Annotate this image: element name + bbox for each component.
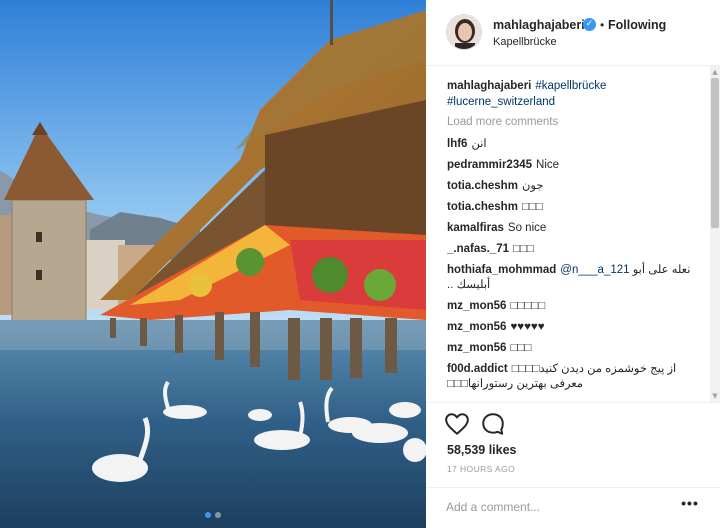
comment-text: □□□ bbox=[521, 201, 543, 213]
scroll-down-arrow-icon[interactable]: ▼ bbox=[710, 392, 720, 400]
comment-item: totia.cheshm □□□ bbox=[447, 200, 705, 215]
comment-item: kamalfiras So nice bbox=[447, 221, 705, 236]
comment-item: f00d.addict □□□□از پیج خوشمزه من دیدن کنی… bbox=[447, 362, 705, 392]
post-timestamp[interactable]: 17 HOURS AGO bbox=[447, 464, 515, 474]
comment-text: جون bbox=[521, 180, 544, 192]
comment-username[interactable]: mz_mon56 bbox=[447, 321, 506, 333]
comment-bubble-icon[interactable] bbox=[480, 411, 506, 437]
comment-text: Nice bbox=[536, 159, 560, 171]
comment-item: _.nafas._71 □□□ bbox=[447, 242, 705, 257]
hashtag[interactable]: #lucerne_switzerland bbox=[447, 96, 555, 108]
post-side-panel: mahlaghajaberi ✓ • Following Kapellbrück… bbox=[426, 0, 720, 528]
post-actions: 58,539 likes 17 HOURS AGO bbox=[426, 402, 720, 492]
post-photo[interactable] bbox=[0, 0, 426, 528]
comments-scrollbar[interactable]: ▲ ▼ bbox=[710, 66, 720, 402]
profile-photo-icon bbox=[447, 15, 481, 49]
comment-username[interactable]: totia.cheshm bbox=[447, 180, 518, 192]
load-more-comments-button[interactable]: Load more comments bbox=[447, 116, 705, 128]
add-comment-bar: ••• bbox=[426, 487, 720, 528]
comment-username[interactable]: f00d.addict bbox=[447, 363, 508, 375]
scroll-up-arrow-icon[interactable]: ▲ bbox=[710, 68, 720, 76]
scrollbar-thumb[interactable] bbox=[711, 78, 719, 228]
comment-text-line2: .. أبليسك bbox=[447, 279, 491, 291]
avatar[interactable] bbox=[446, 14, 482, 50]
comment-username[interactable]: totia.cheshm bbox=[447, 201, 518, 213]
comment-item: lhf6 انن bbox=[447, 137, 705, 152]
comment-item: pedrammir2345 Nice bbox=[447, 158, 705, 173]
carousel-indicator bbox=[0, 512, 426, 518]
comment-text: So nice bbox=[507, 222, 547, 234]
comment-item: mz_mon56 □□□ bbox=[447, 341, 705, 356]
comment-text: □□□ bbox=[510, 342, 532, 354]
comment-item: hothiafa_mohmmad @n___a_121 نعله على أبو … bbox=[447, 263, 705, 293]
comment-username[interactable]: hothiafa_mohmmad bbox=[447, 264, 556, 276]
comment-mention[interactable]: @n___a_121 bbox=[560, 264, 629, 276]
post-caption: mahlaghajaberi #kapellbrücke #lucerne_swi… bbox=[447, 78, 705, 110]
verified-badge-icon: ✓ bbox=[583, 18, 596, 31]
comment-text: □□□□□ bbox=[510, 300, 546, 312]
post-header: mahlaghajaberi ✓ • Following Kapellbrück… bbox=[426, 0, 720, 66]
like-heart-icon[interactable] bbox=[444, 411, 470, 437]
photo-kapellbruecke-illustration bbox=[0, 0, 426, 528]
post-location[interactable]: Kapellbrücke bbox=[493, 36, 557, 48]
comment-username[interactable]: pedrammir2345 bbox=[447, 159, 532, 171]
comment-text: □□□ bbox=[513, 243, 534, 255]
separator-dot: • bbox=[600, 18, 605, 32]
comment-text: ♥♥♥♥♥ bbox=[510, 321, 545, 333]
comment-item: mz_mon56 □□□□□ bbox=[447, 299, 705, 314]
carousel-dot-active bbox=[205, 512, 211, 518]
hashtag[interactable]: #kapellbrücke bbox=[535, 80, 606, 92]
add-comment-input[interactable] bbox=[446, 496, 666, 518]
more-options-button[interactable]: ••• bbox=[678, 495, 702, 517]
heart-outline-icon bbox=[445, 413, 469, 435]
carousel-dot[interactable] bbox=[215, 512, 221, 518]
comment-text: □□□□از پیج خوشمزه من دیدن کنید bbox=[511, 363, 677, 375]
comment-text: انن bbox=[471, 138, 487, 150]
comment-username[interactable]: lhf6 bbox=[447, 138, 467, 150]
comment-username[interactable]: _.nafas._71 bbox=[447, 243, 509, 255]
comments-list: mahlaghajaberi #kapellbrücke #lucerne_swi… bbox=[447, 78, 705, 402]
comment-text: نعله على أبو bbox=[632, 264, 691, 276]
instagram-post-modal: mahlaghajaberi ✓ • Following Kapellbrück… bbox=[0, 0, 720, 528]
comment-item: totia.cheshm جون bbox=[447, 179, 705, 194]
comment-item: mz_mon56 ♥♥♥♥♥ bbox=[447, 320, 705, 335]
caption-username[interactable]: mahlaghajaberi bbox=[447, 80, 531, 92]
post-author-username[interactable]: mahlaghajaberi bbox=[493, 18, 585, 32]
speech-bubble-icon bbox=[482, 413, 504, 435]
comment-username[interactable]: kamalfiras bbox=[447, 222, 504, 234]
comment-username[interactable]: mz_mon56 bbox=[447, 300, 506, 312]
comment-text-line2: □□□معرفی بهترین رستورانها bbox=[447, 378, 583, 390]
following-button[interactable]: Following bbox=[608, 18, 666, 32]
comment-username[interactable]: mz_mon56 bbox=[447, 342, 506, 354]
likes-count[interactable]: 58,539 likes bbox=[447, 443, 517, 457]
